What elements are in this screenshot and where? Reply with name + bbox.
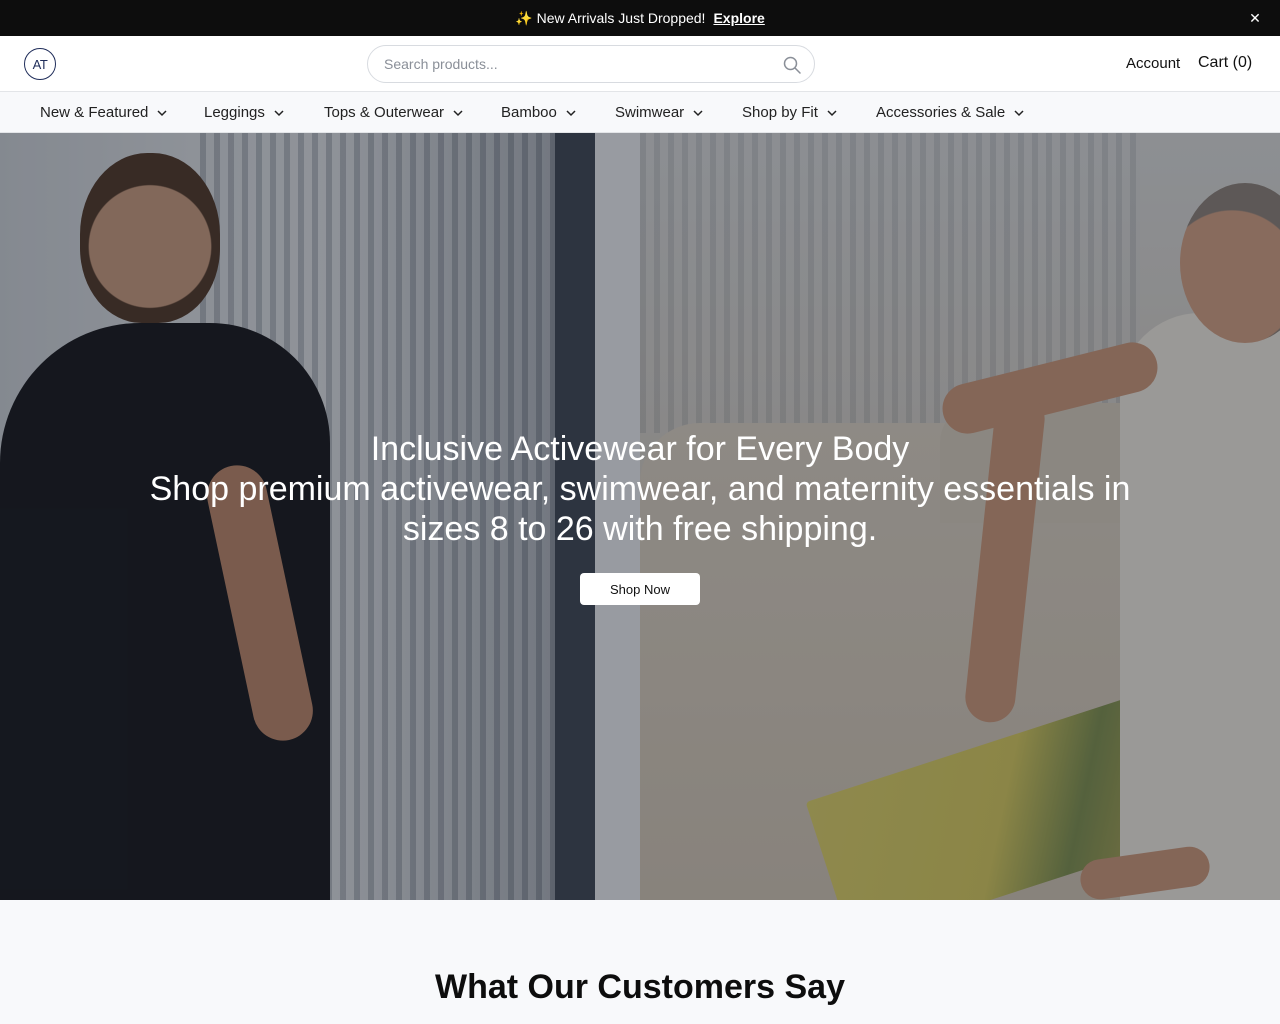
nav-item-accessories-sale[interactable]: Accessories & Sale — [876, 104, 1025, 121]
explore-link[interactable]: Explore — [713, 10, 764, 26]
chevron-down-icon — [1014, 109, 1024, 116]
account-link[interactable]: Account — [1126, 55, 1180, 72]
nav-item-label: Accessories & Sale — [876, 104, 1006, 121]
nav-item-tops-outerwear[interactable]: Tops & Outerwear — [324, 104, 464, 121]
chevron-down-icon — [827, 109, 837, 116]
close-icon[interactable]: ✕ — [1246, 9, 1264, 27]
hero-banner: Inclusive Activewear for Every Body Shop… — [0, 133, 1280, 900]
shop-now-button[interactable]: Shop Now — [580, 573, 700, 605]
search-input[interactable] — [384, 46, 774, 82]
nav-item-label: New & Featured — [40, 104, 149, 121]
chevron-down-icon — [693, 109, 703, 116]
nav-item-label: Bamboo — [501, 104, 557, 121]
nav-item-swimwear[interactable]: Swimwear — [615, 104, 704, 121]
nav-item-label: Swimwear — [615, 104, 685, 121]
hero-subtitle: Shop premium activewear, swimwear, and m… — [149, 470, 1131, 548]
nav-item-leggings[interactable]: Leggings — [204, 104, 285, 121]
testimonials-title: What Our Customers Say — [435, 968, 845, 1006]
nav-item-label: Leggings — [204, 104, 265, 121]
chevron-down-icon — [157, 109, 167, 116]
announcement-text: New Arrivals Just Dropped! — [536, 10, 706, 26]
chevron-down-icon — [274, 109, 284, 116]
cart-link[interactable]: Cart (0) — [1198, 54, 1252, 72]
brand-logo[interactable]: AT — [24, 48, 56, 80]
hero-title: Inclusive Activewear for Every Body — [370, 430, 910, 468]
main-nav: New & Featured Leggings Tops & Outerwear… — [0, 92, 1280, 133]
announcement-bar: ✨ New Arrivals Just Dropped! Explore ✕ — [0, 0, 1280, 36]
nav-item-bamboo[interactable]: Bamboo — [501, 104, 577, 121]
chevron-down-icon — [453, 109, 463, 116]
nav-item-new-featured[interactable]: New & Featured — [40, 104, 168, 121]
search-bar — [367, 45, 815, 83]
chevron-down-icon — [566, 109, 576, 116]
nav-item-label: Tops & Outerwear — [324, 104, 445, 121]
sparkle-icon: ✨ — [515, 9, 533, 26]
site-header: AT Account Cart (0) — [0, 36, 1280, 92]
nav-item-shop-by-fit[interactable]: Shop by Fit — [742, 104, 838, 121]
nav-item-label: Shop by Fit — [742, 104, 818, 121]
search-icon[interactable] — [782, 55, 802, 75]
hero-content: Inclusive Activewear for Every Body Shop… — [0, 133, 1280, 900]
